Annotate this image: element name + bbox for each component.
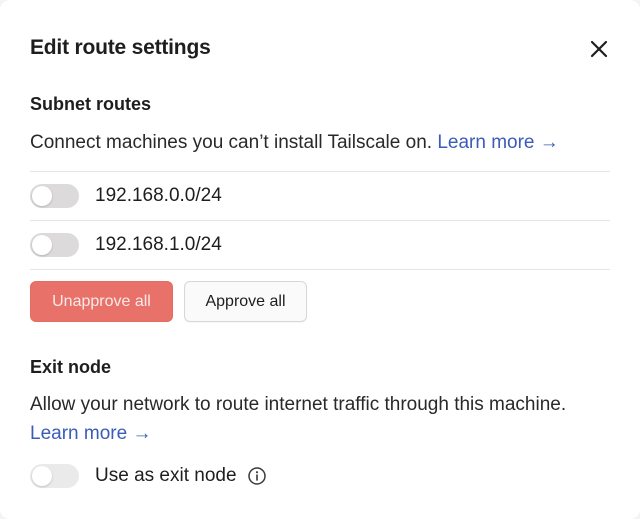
close-icon <box>590 40 608 58</box>
exit-node-toggle-label: Use as exit node <box>95 465 237 486</box>
toggle-knob <box>32 235 52 255</box>
route-row: 192.168.1.0/24 <box>30 221 610 270</box>
subnet-routes-heading: Subnet routes <box>30 94 152 114</box>
dialog-header: Edit route settings <box>30 34 610 64</box>
exit-node-heading: Exit node <box>30 357 112 377</box>
subnet-learn-more-link[interactable]: Learn more → <box>437 132 558 153</box>
edit-route-dialog: Edit route settings Subnet routes Connec… <box>0 0 640 519</box>
exit-node-learn-more-link[interactable]: Learn more → <box>30 423 151 444</box>
subnet-description-text: Connect machines you can’t install Tails… <box>30 132 433 153</box>
close-button[interactable] <box>586 36 612 62</box>
unapprove-all-button[interactable]: Unapprove all <box>30 281 173 322</box>
exit-node-description: Allow your network to route internet tra… <box>30 390 610 448</box>
route-row: 192.168.0.0/24 <box>30 172 610 221</box>
route-label: 192.168.1.0/24 <box>95 234 222 255</box>
info-icon[interactable] <box>247 466 267 486</box>
dialog-title: Edit route settings <box>30 36 211 59</box>
approve-all-button[interactable]: Approve all <box>184 281 307 322</box>
subnet-route-list: 192.168.0.0/24 192.168.1.0/24 <box>30 171 610 270</box>
route-toggle-192-168-0-0[interactable] <box>30 184 79 208</box>
subnet-routes-description: Connect machines you can’t install Tails… <box>30 128 610 157</box>
exit-node-description-text: Allow your network to route internet tra… <box>30 394 567 415</box>
route-label: 192.168.0.0/24 <box>95 185 222 206</box>
subnet-actions: Unapprove all Approve all <box>30 281 307 322</box>
toggle-knob <box>32 186 52 206</box>
info-icon-glyph <box>247 467 266 485</box>
exit-node-row: Use as exit node <box>30 463 267 489</box>
route-toggle-192-168-1-0[interactable] <box>30 233 79 257</box>
exit-node-toggle[interactable] <box>30 464 79 488</box>
toggle-knob <box>32 466 52 486</box>
